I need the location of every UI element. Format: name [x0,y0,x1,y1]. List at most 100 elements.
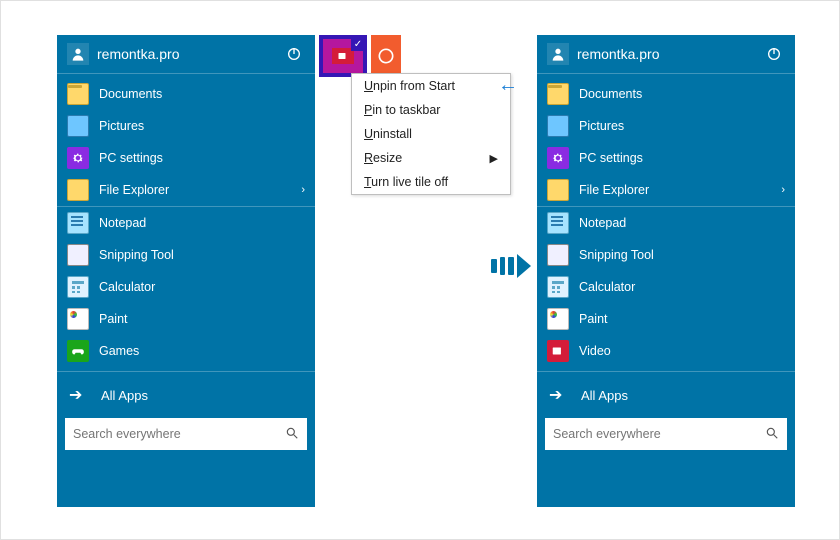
vid-icon [547,340,569,362]
context-item-label: Uninstall [364,127,498,141]
username-label[interactable]: remontka.pro [97,46,283,62]
menu-item-label: Documents [579,87,785,101]
left-item-pc-settings[interactable]: PC settings [57,142,315,174]
context-item-label: Resize [364,151,490,165]
tile-context-menu: Unpin from Start Pin to taskbar Uninstall R… [351,73,511,195]
search-box[interactable] [65,418,307,450]
context-item-label: Pin to taskbar [364,103,498,117]
search-input[interactable] [73,427,285,441]
all-apps-button[interactable]: ➔ All Apps [537,378,795,412]
menu-item-label: Notepad [579,216,785,230]
menu-item-label: Video [579,344,785,358]
menu-item-label: Documents [99,87,305,101]
menu-item-label: Pictures [579,119,785,133]
right-item-pc-settings[interactable]: PC settings [537,142,795,174]
folder-icon [67,83,89,105]
left-item-documents[interactable]: Documents [57,78,315,110]
all-apps-label: All Apps [581,388,628,403]
pnt-icon [547,308,569,330]
all-apps-label: All Apps [101,388,148,403]
sn-icon [547,244,569,266]
start-menu-after: remontka.pro Documents Pictures PC setting… [537,35,795,507]
menu-item-label: Paint [579,312,785,326]
left-item-notepad[interactable]: Notepad [57,207,315,239]
menu-item-label: Calculator [99,280,305,294]
transition-arrow-icon [491,251,531,281]
right-item-snipping-tool[interactable]: Snipping Tool [537,239,795,271]
start-menu-before: remontka.pro Documents Pictures PC setting… [57,35,315,507]
right-item-documents[interactable]: Documents [537,78,795,110]
pnt-icon [67,308,89,330]
context-item-uninstall[interactable]: Uninstall [352,122,510,146]
chevron-right-icon: › [781,184,785,196]
context-item-turn-live-tile-off[interactable]: Turn live tile off [352,170,510,194]
divider [57,371,315,372]
menu-item-label: Games [99,344,305,358]
search-icon [765,426,779,443]
right-item-file-explorer[interactable]: File Explorer› [537,174,795,206]
menu-item-label: File Explorer [579,183,781,197]
gear-icon [547,147,569,169]
start-header: remontka.pro [537,35,795,73]
left-item-games[interactable]: Games [57,335,315,367]
menu-item-label: Snipping Tool [579,248,785,262]
menu-item-label: PC settings [99,151,305,165]
context-item-label: Turn live tile off [364,175,498,189]
submenu-arrow-icon: ▶ [490,152,498,165]
divider [537,371,795,372]
power-button[interactable] [283,43,305,65]
context-item-unpin-from-start[interactable]: Unpin from Start [352,74,510,98]
np-icon [67,212,89,234]
user-avatar-icon[interactable] [547,43,569,65]
tile-video-selected[interactable]: ✓ [319,35,367,77]
right-item-notepad[interactable]: Notepad [537,207,795,239]
gear-icon [67,147,89,169]
left-item-snipping-tool[interactable]: Snipping Tool [57,239,315,271]
tile-other[interactable] [371,35,401,77]
menu-item-label: PC settings [579,151,785,165]
right-item-video[interactable]: Video [537,335,795,367]
pinned-list-left: Documents Pictures PC settings File Explore… [57,74,315,371]
menu-item-label: Notepad [99,216,305,230]
folder-icon [547,83,569,105]
username-label[interactable]: remontka.pro [577,46,763,62]
fe-icon [547,179,569,201]
menu-item-label: Calculator [579,280,785,294]
fe-icon [67,179,89,201]
search-input[interactable] [553,427,765,441]
right-item-pictures[interactable]: Pictures [537,110,795,142]
pic-icon [547,115,569,137]
power-button[interactable] [763,43,785,65]
calc-icon [547,276,569,298]
left-item-paint[interactable]: Paint [57,303,315,335]
all-apps-button[interactable]: ➔ All Apps [57,378,315,412]
calc-icon [67,276,89,298]
sn-icon [67,244,89,266]
menu-item-label: Pictures [99,119,305,133]
pic-icon [67,115,89,137]
gm-icon [67,340,89,362]
context-item-resize[interactable]: Resize▶ [352,146,510,170]
search-icon [285,426,299,443]
context-item-pin-to-taskbar[interactable]: Pin to taskbar [352,98,510,122]
right-item-calculator[interactable]: Calculator [537,271,795,303]
live-tiles: ✓ [319,35,401,77]
chevron-right-icon: › [301,184,305,196]
context-item-label: Unpin from Start [364,79,498,93]
start-header: remontka.pro [57,35,315,73]
pinned-list-right: Documents Pictures PC settings File Explore… [537,74,795,371]
search-box[interactable] [545,418,787,450]
user-avatar-icon[interactable] [67,43,89,65]
menu-item-label: Snipping Tool [99,248,305,262]
left-item-calculator[interactable]: Calculator [57,271,315,303]
left-item-pictures[interactable]: Pictures [57,110,315,142]
left-item-file-explorer[interactable]: File Explorer› [57,174,315,206]
arrow-right-icon: ➔ [69,385,91,405]
annotation-arrow-icon: ← [498,74,518,97]
np-icon [547,212,569,234]
menu-item-label: File Explorer [99,183,301,197]
menu-item-label: Paint [99,312,305,326]
arrow-right-icon: ➔ [549,385,571,405]
right-item-paint[interactable]: Paint [537,303,795,335]
check-icon: ✓ [351,37,365,51]
